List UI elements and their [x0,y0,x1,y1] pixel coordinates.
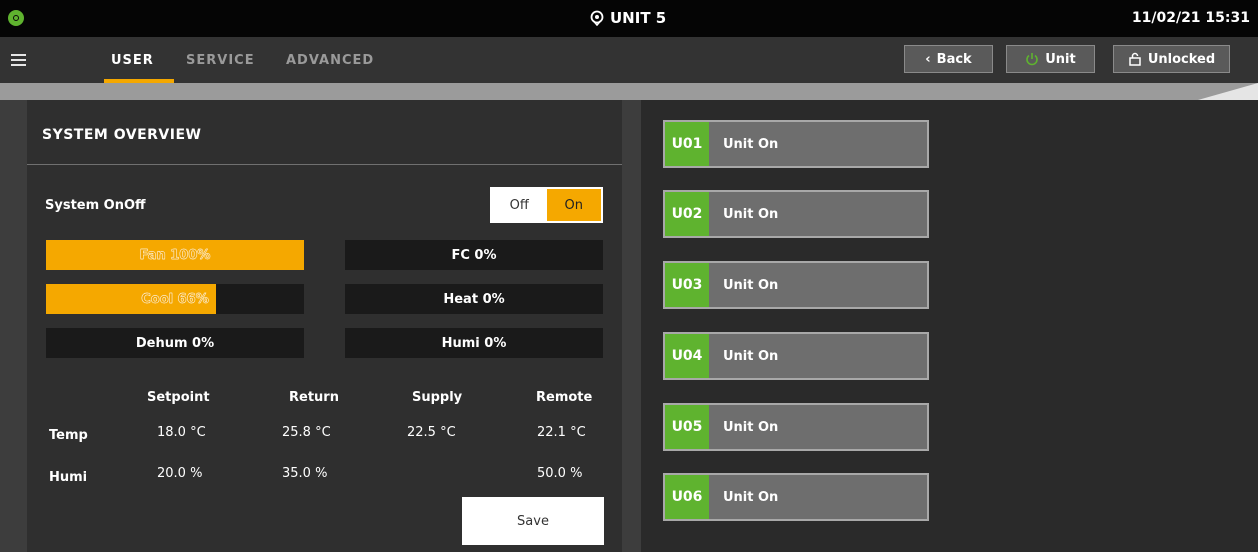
unit-row-u01[interactable]: U01 Unit On [663,120,929,168]
unit-row-u02[interactable]: U02 Unit On [663,190,929,238]
header-return: Return [289,390,339,405]
unit-status: Unit On [709,263,927,307]
dehum-bar-label: Dehum 0% [135,335,215,351]
humi-bar: Humi 0% [345,328,603,358]
unit-row-u03[interactable]: U03 Unit On [663,261,929,309]
heat-bar: Heat 0% [345,284,603,314]
header-supply: Supply [412,390,463,405]
unit-row-u04[interactable]: U04 Unit On [663,332,929,380]
temp-supply: 22.5 °C [407,425,456,440]
toggle-off-option[interactable]: Off [492,189,547,221]
unit-title-text: UNIT 5 [610,9,667,27]
fan-bar: Fan 100% [46,240,304,270]
row-label-humi: Humi [49,470,88,485]
unit-id-badge: U05 [665,405,709,449]
panel-title: SYSTEM OVERVIEW [42,127,202,143]
power-icon [1026,53,1038,66]
unlock-icon [1129,52,1141,66]
row-label-temp: Temp [49,428,88,443]
header-setpoint: Setpoint [147,390,210,405]
tab-service[interactable]: SERVICE [186,53,255,68]
back-button-label: Back [936,51,972,67]
back-button[interactable]: ‹ Back [904,45,993,73]
unit-status: Unit On [709,475,927,519]
chevron-left-icon: ‹ [925,51,931,67]
unit-status: Unit On [709,122,927,166]
app-frame: UNIT 5 11/02/21 15:31 USER SERVICE ADVAN… [0,0,1258,552]
hamburger-menu-icon[interactable] [11,54,26,66]
unit-id-badge: U02 [665,192,709,236]
unit-row-u06[interactable]: U06 Unit On [663,473,929,521]
tab-advanced[interactable]: ADVANCED [286,53,374,68]
fc-bar-label: FC 0% [451,247,497,263]
humi-remote: 50.0 % [537,466,583,481]
logo-icon [8,10,24,26]
humi-bar-label: Humi 0% [441,335,507,351]
temp-return: 25.8 °C [282,425,331,440]
temp-remote: 22.1 °C [537,425,586,440]
unit-id-badge: U03 [665,263,709,307]
lock-button[interactable]: Unlocked [1113,45,1230,73]
heat-bar-label: Heat 0% [443,291,505,307]
unit-id-badge: U04 [665,334,709,378]
fc-bar: FC 0% [345,240,603,270]
unit-power-button[interactable]: Unit [1006,45,1095,73]
unit-button-label: Unit [1045,51,1076,67]
status-bar: UNIT 5 11/02/21 15:31 [0,0,1258,37]
unit-title: UNIT 5 [590,9,666,27]
tab-user[interactable]: USER [111,53,154,68]
unit-status: Unit On [709,192,927,236]
cool-bar-label: Cool 66% [141,291,209,307]
temp-setpoint: 18.0 °C [157,425,206,440]
panel-divider [27,164,622,165]
header-remote: Remote [536,390,593,405]
unit-id-badge: U06 [665,475,709,519]
dehum-bar: Dehum 0% [46,328,304,358]
save-button[interactable]: Save [462,497,604,545]
humi-return: 35.0 % [282,466,328,481]
nav-bar: USER SERVICE ADVANCED ‹ Back Unit Unlock… [0,37,1258,83]
humi-setpoint: 20.0 % [157,466,203,481]
location-pin-icon [590,10,604,26]
header-band [0,83,1258,100]
unit-id-badge: U01 [665,122,709,166]
unit-status: Unit On [709,334,927,378]
toggle-on-option[interactable]: On [546,189,601,221]
unit-row-u05[interactable]: U05 Unit On [663,403,929,451]
lock-button-label: Unlocked [1147,51,1216,67]
fan-bar-label: Fan 100% [139,247,211,263]
datetime: 11/02/21 15:31 [1131,10,1250,26]
system-onoff-label: System OnOff [45,198,146,213]
system-overview-panel: SYSTEM OVERVIEW System OnOff Off On Fan … [27,100,622,552]
system-onoff-toggle[interactable]: Off On [490,187,603,223]
unit-status: Unit On [709,405,927,449]
cool-bar: Cool 66% [46,284,304,314]
